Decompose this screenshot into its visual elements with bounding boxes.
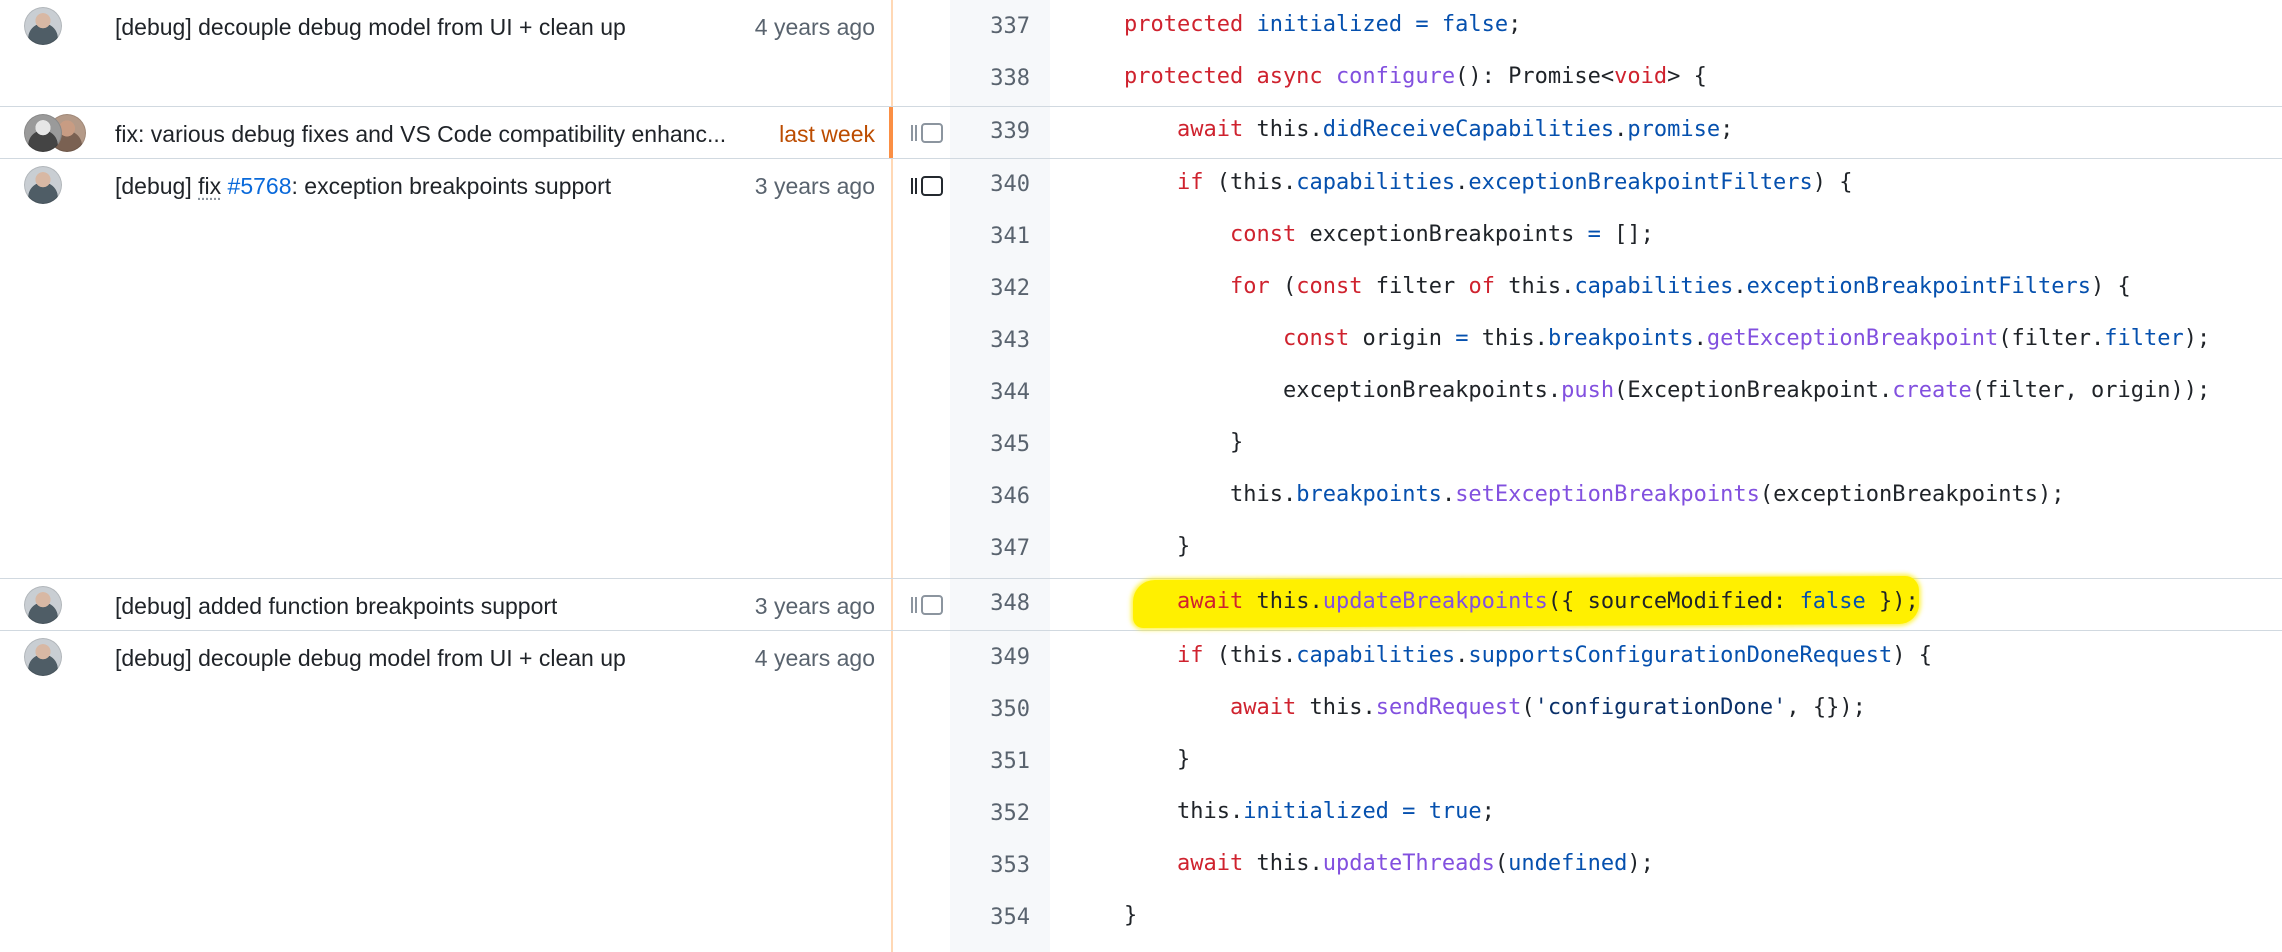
code-line: this.breakpoints.setExceptionBreakpoints… — [1230, 482, 2065, 507]
line-number[interactable]: 346 — [950, 484, 1030, 509]
code-line: exceptionBreakpoints.push(ExceptionBreak… — [1283, 378, 2211, 403]
code-line: } — [1177, 534, 1191, 559]
code-line: if (this.capabilities.supportsConfigurat… — [1177, 643, 1933, 668]
line-number[interactable]: 337 — [950, 14, 1030, 39]
avatar[interactable] — [24, 7, 62, 45]
line-number[interactable]: 347 — [950, 536, 1030, 561]
avatar[interactable] — [24, 114, 62, 152]
line-number[interactable]: 343 — [950, 328, 1030, 353]
blame-hunk: [debug] decouple debug model from UI + c… — [0, 0, 893, 106]
code-line: const exceptionBreakpoints = []; — [1230, 222, 1654, 247]
line-number[interactable]: 349 — [950, 645, 1030, 670]
code-line: protected async configure(): Promise<voi… — [1124, 64, 1707, 89]
line-number[interactable]: 348 — [950, 591, 1030, 616]
code-line: await this.updateThreads(undefined); — [1177, 851, 1654, 876]
blame-hunk: fix: various debug fixes and VS Code com… — [0, 107, 893, 158]
commit-date: 3 years ago — [754, 173, 875, 199]
line-number[interactable]: 350 — [950, 697, 1030, 722]
commit-message-prefix: [debug] — [115, 173, 199, 199]
line-number[interactable]: 345 — [950, 432, 1030, 457]
line-number[interactable]: 340 — [950, 172, 1030, 197]
commit-date: last week — [779, 121, 875, 147]
commit-message-fix: fix — [198, 173, 222, 199]
commit-message-link[interactable]: [debug] decouple debug model from UI + c… — [115, 14, 626, 41]
code-line: } — [1177, 747, 1191, 772]
commit-message-link[interactable]: fix: various debug fixes and VS Code com… — [115, 121, 726, 148]
blame-hunk: [debug] decouple debug model from UI + c… — [0, 631, 893, 952]
issue-link[interactable]: #5768 — [228, 173, 292, 199]
avatar[interactable] — [24, 586, 62, 624]
commit-date: 3 years ago — [754, 593, 875, 619]
blame-hunk: [debug] added function breakpoints suppo… — [0, 579, 893, 630]
reblame-icon[interactable] — [910, 593, 944, 617]
code-line: protected initialized = false; — [1124, 12, 1522, 37]
line-number[interactable]: 353 — [950, 853, 1030, 878]
line-number[interactable]: 352 — [950, 801, 1030, 826]
code-line: const origin = this.breakpoints.getExcep… — [1283, 326, 2211, 351]
commit-date: 4 years ago — [754, 645, 875, 671]
line-number[interactable]: 342 — [950, 276, 1030, 301]
line-number[interactable]: 338 — [950, 66, 1030, 91]
code-line: await this.updateBreakpoints({ sourceMod… — [1177, 589, 1919, 614]
commit-message-link[interactable]: [debug] added function breakpoints suppo… — [115, 593, 557, 620]
line-number[interactable]: 354 — [950, 905, 1030, 930]
line-number[interactable]: 339 — [950, 119, 1030, 144]
reblame-icon[interactable] — [910, 121, 944, 145]
code-line: } — [1230, 430, 1244, 455]
avatar[interactable] — [24, 166, 62, 204]
blame-hunk: [debug] fix #5768: exception breakpoints… — [0, 159, 893, 578]
blame-view: [debug] decouple debug model from UI + c… — [0, 0, 2282, 952]
code-line: await this.sendRequest('configurationDon… — [1230, 695, 1866, 720]
code-line: } — [1124, 903, 1138, 928]
code-line: for (const filter of this.capabilities.e… — [1230, 274, 2131, 299]
line-number[interactable]: 341 — [950, 224, 1030, 249]
reblame-icon[interactable] — [910, 174, 944, 198]
commit-message-suffix: : exception breakpoints support — [291, 173, 612, 199]
code-line: this.initialized = true; — [1177, 799, 1495, 824]
commit-message-link[interactable]: [debug] fix #5768: exception breakpoints… — [115, 173, 611, 200]
line-number[interactable]: 351 — [950, 749, 1030, 774]
code-line: await this.didReceiveCapabilities.promis… — [1177, 117, 1734, 142]
code-line: if (this.capabilities.exceptionBreakpoin… — [1177, 170, 1853, 195]
commit-message-link[interactable]: [debug] decouple debug model from UI + c… — [115, 645, 626, 672]
commit-date: 4 years ago — [754, 14, 875, 40]
line-number[interactable]: 344 — [950, 380, 1030, 405]
avatar[interactable] — [24, 638, 62, 676]
